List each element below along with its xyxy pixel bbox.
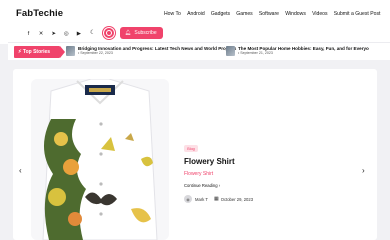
x-icon[interactable]: ✕ bbox=[37, 29, 46, 38]
bell-icon: 🔔︎ bbox=[125, 30, 132, 36]
nav-item-software[interactable]: Software bbox=[259, 11, 279, 17]
subscribe-button[interactable]: 🔔︎ Subscribe bbox=[120, 27, 163, 39]
top-stories-label: ⚡︎ Top Stories bbox=[14, 46, 65, 58]
author-name[interactable]: Mark T bbox=[195, 197, 208, 202]
top-stories-ticker: ⚡︎ Top Stories Bridging Innovation and P… bbox=[8, 42, 390, 60]
story-date: • September 21, 2023 bbox=[238, 51, 273, 56]
slider-prev-arrow-icon[interactable]: ‹ bbox=[19, 166, 22, 175]
facebook-icon[interactable]: f bbox=[24, 29, 33, 38]
ticker-item[interactable]: Bridging Innovation and Progress: Latest… bbox=[66, 45, 236, 56]
nav-item-games[interactable]: Games bbox=[236, 11, 252, 17]
search-icon[interactable] bbox=[103, 27, 115, 39]
story-date: • September 22, 2023 bbox=[78, 51, 113, 56]
main-nav: How To Android Gadgets Games Software Wi… bbox=[164, 11, 387, 17]
story-thumbnail bbox=[66, 45, 75, 56]
post-date: October 29, 2023 bbox=[220, 196, 254, 202]
site-logo[interactable]: FabTechie bbox=[16, 8, 63, 19]
post-excerpt: Flowery Shirt bbox=[184, 171, 214, 177]
subscribe-label: Subscribe bbox=[134, 30, 157, 36]
shirt-image bbox=[31, 79, 169, 240]
post-title[interactable]: Flowery Shirt bbox=[184, 157, 235, 166]
post-meta: ◉ Mark T ▦ October 29, 2023 bbox=[184, 195, 253, 203]
slider-next-arrow-icon[interactable]: › bbox=[362, 166, 365, 175]
social-links: f ✕ ➤ ◎ ▶ bbox=[24, 29, 87, 38]
nav-item-submit-guest-post[interactable]: Submit a Guest Post bbox=[334, 11, 381, 17]
category-badge[interactable]: Blog bbox=[184, 145, 198, 152]
calendar-icon: ▦ bbox=[213, 196, 219, 202]
dark-mode-toggle-icon[interactable]: ☾ bbox=[90, 29, 95, 36]
instagram-icon[interactable]: ◎ bbox=[62, 29, 71, 38]
author-avatar: ◉ bbox=[184, 195, 192, 203]
nav-item-gadgets[interactable]: Gadgets bbox=[211, 11, 230, 17]
telegram-icon[interactable]: ➤ bbox=[49, 29, 58, 38]
nav-item-android[interactable]: Android bbox=[187, 11, 205, 17]
nav-item-windows[interactable]: Windows bbox=[285, 11, 306, 17]
nav-item-how-to[interactable]: How To bbox=[164, 11, 181, 17]
youtube-icon[interactable]: ▶ bbox=[74, 29, 83, 38]
featured-post-slider bbox=[13, 69, 377, 240]
story-thumbnail bbox=[226, 45, 235, 56]
post-image[interactable] bbox=[31, 79, 169, 240]
site-header: FabTechie How To Android Gadgets Games S… bbox=[0, 0, 390, 44]
continue-reading-link[interactable]: Continue Reading › bbox=[184, 183, 220, 188]
nav-item-videos[interactable]: Videos bbox=[312, 11, 327, 17]
ticker-item[interactable]: The Most Popular Home Hobbies: Easy, Fun… bbox=[226, 45, 369, 56]
